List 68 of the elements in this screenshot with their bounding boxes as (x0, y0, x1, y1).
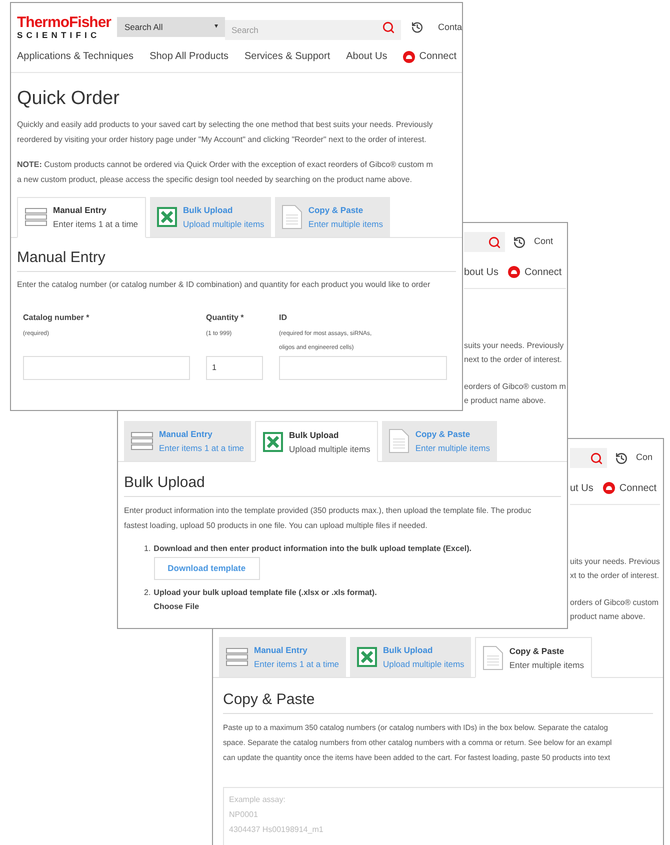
connect-link[interactable]: Connect (603, 480, 657, 496)
step-text: Upload your bulk upload template file (.xlsx or .xls format). (154, 587, 377, 599)
search-icon[interactable] (382, 20, 396, 34)
text-line: a new custom product, please access the specific design tool needed by searching on the product name above. (17, 174, 413, 186)
list-icon (226, 648, 248, 666)
history-icon[interactable] (513, 236, 526, 248)
nav-link[interactable]: bout Us (464, 264, 498, 280)
list-icon (25, 208, 47, 226)
spreadsheet-icon (157, 206, 178, 226)
page-title: Quick Order (17, 86, 120, 110)
choose-file-button[interactable]: Choose File (154, 600, 200, 614)
nav-link[interactable]: Shop All Products (150, 49, 228, 64)
step-text: Download and then enter product information into the bulk upload template (Excel). (154, 543, 472, 555)
text-line: e product name above. (464, 395, 547, 407)
method-tab[interactable]: Bulk Upload Upload multiple items (255, 421, 378, 462)
text-line: next to the order of interest. (464, 354, 563, 366)
text-line: NOTE: Custom products cannot be ordered via Quick Order with the exception of exact reorders of Gibco® custom m (17, 158, 434, 171)
text-line: Enter product information into the template provided (350 products max.), then upload the template file. The produc (124, 505, 532, 517)
nav-link[interactable]: Services & Support (244, 49, 330, 64)
text-line: eorders of Gibco® custom m (464, 381, 566, 393)
text-input[interactable] (279, 356, 447, 380)
history-icon[interactable] (615, 452, 628, 464)
section-title: Copy & Paste (223, 690, 316, 710)
text-line: suits your needs. Previously (464, 340, 565, 352)
text-line: reordered by visiting your order history page under "My Account" and clicking "Reorder" next to the order of interest. (17, 134, 428, 146)
document-icon (282, 204, 302, 228)
nav-link[interactable]: About Us (346, 49, 388, 64)
text-input[interactable]: 1 (206, 356, 263, 380)
header-link[interactable]: Conta (438, 20, 462, 34)
step-number: 2. (144, 587, 151, 599)
brand-logo: ThermoFisher SCIENTIFIC (17, 15, 112, 40)
text-line: Quickly and easily add products to your saved cart by selecting the one method that best suits your needs. Previously (17, 118, 434, 131)
field-label: ID (279, 312, 288, 324)
spreadsheet-icon (357, 647, 378, 667)
section-title: Bulk Upload (124, 473, 206, 493)
list-icon (131, 432, 153, 450)
search-field[interactable]: Search (225, 20, 402, 40)
text-line: product name above. (570, 611, 646, 623)
step-number: 1. (144, 543, 151, 555)
field-label: Catalog number * (23, 312, 90, 324)
text-input[interactable] (23, 356, 190, 380)
connect-link[interactable]: Connect (508, 264, 562, 280)
search-field[interactable] (570, 448, 607, 468)
paste-textarea[interactable]: Example assay: NP0001 4304437 Hs00198914_m1 (223, 787, 663, 845)
connect-link[interactable]: Connect (403, 49, 456, 64)
spreadsheet-icon (263, 432, 284, 452)
circle-badge-icon (508, 266, 520, 278)
method-tab[interactable]: Copy & Paste Enter multiple items (475, 637, 592, 678)
search-icon[interactable] (590, 452, 603, 464)
text-line: orders of Gibco® custom (570, 597, 660, 609)
search-field[interactable] (464, 232, 505, 252)
method-tab[interactable]: Manual Entry Enter items 1 at a time (17, 196, 146, 238)
document-icon (389, 429, 410, 453)
header-link[interactable]: Con (636, 451, 653, 465)
text-line: fastest loading, upload 50 products in one file. You can upload multiple files if needed. (124, 520, 428, 532)
document-icon (483, 646, 504, 670)
nav-link[interactable]: Applications & Techniques (17, 49, 134, 64)
search-icon[interactable] (488, 236, 501, 248)
circle-badge-icon (603, 482, 616, 494)
history-icon[interactable] (411, 20, 424, 34)
section-title: Manual Entry (17, 248, 106, 268)
text-line: uits your needs. Previous (570, 556, 660, 568)
header-link[interactable]: Cont (534, 235, 554, 249)
nav-link[interactable]: ut Us (570, 480, 594, 496)
circle-badge-icon (403, 50, 416, 62)
text-line: Enter the catalog number (or catalog number & ID combination) and quantity for each product you would like to order (17, 278, 432, 291)
text-line: xt to the order of interest. (570, 570, 660, 582)
field-label: Quantity * (206, 312, 245, 324)
